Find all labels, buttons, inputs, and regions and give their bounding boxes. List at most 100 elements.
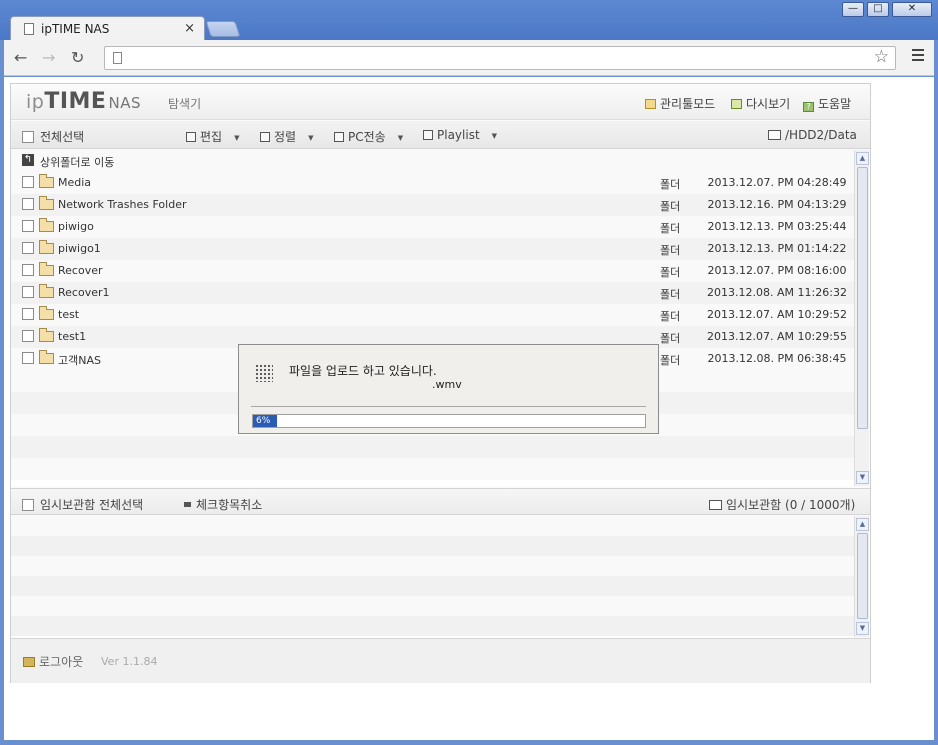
help-link[interactable]: ? 도움말: [803, 95, 851, 112]
address-bar[interactable]: ☆: [104, 46, 896, 70]
upload-progress-fill: 6%: [253, 415, 277, 427]
file-checkbox[interactable]: [22, 330, 34, 342]
temp-select-all-checkbox[interactable]: [22, 499, 34, 511]
edit-label: 편집: [200, 130, 223, 144]
scroll-down-icon[interactable]: ▼: [856, 471, 869, 484]
scroll-down-icon[interactable]: ▼: [856, 622, 869, 635]
page-viewport: ipTIME NAS 탐색기 관리툴모드 다시보기 ? 도움말 전체선택 편집 ▼ 정…: [4, 77, 934, 740]
browser-tab[interactable]: ipTIME NAS ×: [10, 16, 205, 41]
file-name[interactable]: test: [58, 308, 79, 321]
file-kind: 폴더: [660, 178, 681, 191]
folder-icon: [39, 196, 54, 210]
empty-row: [11, 576, 854, 596]
tab-close-icon[interactable]: ×: [184, 21, 195, 36]
file-checkbox[interactable]: [22, 242, 34, 254]
new-tab-button[interactable]: [205, 21, 241, 37]
file-kind: 폴더: [660, 244, 681, 257]
folder-icon: [39, 328, 54, 342]
temp-list-scrollbar[interactable]: ▲ ▼: [854, 516, 869, 637]
file-row[interactable]: Network Trashes Folder 폴더 2013.12.16. PM 0…: [11, 194, 854, 216]
pc-transfer-icon: [334, 132, 344, 142]
logout-label: 로그아웃: [39, 655, 84, 669]
select-all-checkbox[interactable]: [22, 131, 34, 143]
file-name[interactable]: Recover1: [58, 286, 110, 299]
scroll-up-icon[interactable]: ▲: [856, 152, 869, 165]
logo-suffix: NAS: [108, 94, 141, 112]
empty-row: [11, 536, 854, 556]
folder-icon: [39, 350, 54, 364]
maximize-button[interactable]: □: [867, 2, 889, 17]
file-checkbox[interactable]: [22, 198, 34, 210]
file-row[interactable]: Recover1 폴더 2013.12.08. AM 11:26:32: [11, 282, 854, 304]
loading-spinner-icon: [255, 364, 273, 382]
page-icon: [24, 23, 34, 35]
help-icon: ?: [803, 102, 814, 112]
file-checkbox[interactable]: [22, 176, 34, 188]
file-name[interactable]: piwigo: [58, 220, 94, 233]
file-checkbox[interactable]: [22, 352, 34, 364]
admin-mode-link[interactable]: 관리툴모드: [645, 95, 715, 112]
pc-transfer-menu[interactable]: PC전송 ▼: [334, 128, 403, 145]
browser-toolbar: ← → ↻ ☆: [4, 40, 934, 76]
file-name[interactable]: Recover: [58, 264, 103, 277]
logout-button[interactable]: 로그아웃: [23, 653, 83, 670]
file-date: 2013.12.08. PM 06:38:45: [707, 352, 847, 365]
menu-icon[interactable]: [912, 49, 924, 64]
uncheck-items-button[interactable]: 체크항목취소: [184, 496, 262, 513]
folder-icon: [39, 218, 54, 232]
bookmark-star-icon[interactable]: ☆: [874, 47, 889, 67]
temp-box-list: [11, 516, 854, 637]
file-checkbox[interactable]: [22, 220, 34, 232]
select-all-toggle[interactable]: 전체선택: [22, 128, 84, 145]
replay-icon: [731, 99, 742, 109]
file-date: 2013.12.07. AM 10:29:55: [707, 330, 847, 343]
sort-menu[interactable]: 정렬 ▼: [260, 128, 313, 145]
file-checkbox[interactable]: [22, 286, 34, 298]
caret-down-icon: ▼: [397, 134, 404, 142]
caret-down-icon: ▼: [308, 134, 314, 142]
scrollbar-thumb[interactable]: [857, 167, 868, 429]
file-row[interactable]: piwigo1 폴더 2013.12.13. PM 01:14:22: [11, 238, 854, 260]
file-kind: 폴더: [660, 222, 681, 235]
empty-row: [11, 596, 854, 616]
parent-folder-row[interactable]: ↰ 상위폴더로 이동: [11, 150, 854, 172]
back-icon[interactable]: ←: [14, 48, 27, 67]
file-name[interactable]: 고객NAS: [58, 352, 101, 368]
forward-icon[interactable]: →: [42, 48, 55, 67]
file-list-scrollbar[interactable]: ▲ ▼: [854, 150, 869, 486]
edit-icon: [186, 132, 196, 142]
file-row[interactable]: Media 폴더 2013.12.07. PM 04:28:49: [11, 172, 854, 194]
scroll-up-icon[interactable]: ▲: [856, 518, 869, 531]
scrollbar-thumb[interactable]: [857, 533, 868, 619]
file-list: ↰ 상위폴더로 이동 Media 폴더 2013.12.07. PM 04:28:4…: [11, 150, 854, 486]
file-row[interactable]: piwigo 폴더 2013.12.13. PM 03:25:44: [11, 216, 854, 238]
temp-select-all-toggle[interactable]: 임시보관함 전체선택: [22, 496, 143, 513]
iptime-logo: ipTIME NAS: [26, 89, 141, 114]
upload-dialog: 파일을 업로드 하고 있습니다. .wmv 6%: [238, 344, 659, 434]
minimize-button[interactable]: —: [842, 2, 864, 17]
help-label: 도움말: [818, 97, 852, 111]
file-name[interactable]: Network Trashes Folder: [58, 198, 186, 211]
file-date: 2013.12.13. PM 03:25:44: [707, 220, 847, 233]
folder-icon: [39, 306, 54, 320]
folder-outline-icon: [768, 130, 781, 140]
edit-menu[interactable]: 편집 ▼: [186, 128, 239, 145]
admin-mode-label: 관리툴모드: [660, 97, 716, 111]
close-window-button[interactable]: ✕: [892, 2, 932, 17]
file-checkbox[interactable]: [22, 308, 34, 320]
file-row[interactable]: test 폴더 2013.12.07. AM 10:29:52: [11, 304, 854, 326]
divider: [251, 406, 646, 407]
file-checkbox[interactable]: [22, 264, 34, 276]
playlist-menu[interactable]: Playlist ▼: [423, 128, 497, 142]
replay-link[interactable]: 다시보기: [731, 95, 790, 112]
parent-folder-label: 상위폴더로 이동: [40, 156, 115, 169]
file-name[interactable]: test1: [58, 330, 86, 343]
file-name[interactable]: piwigo1: [58, 242, 101, 255]
path-label: /HDD2/Data: [785, 128, 857, 142]
file-date: 2013.12.07. PM 04:28:49: [707, 176, 847, 189]
reload-icon[interactable]: ↻: [71, 48, 84, 67]
file-row[interactable]: Recover 폴더 2013.12.07. PM 08:16:00: [11, 260, 854, 282]
folder-icon: [39, 174, 54, 188]
file-date: 2013.12.13. PM 01:14:22: [707, 242, 847, 255]
file-name[interactable]: Media: [58, 176, 91, 189]
